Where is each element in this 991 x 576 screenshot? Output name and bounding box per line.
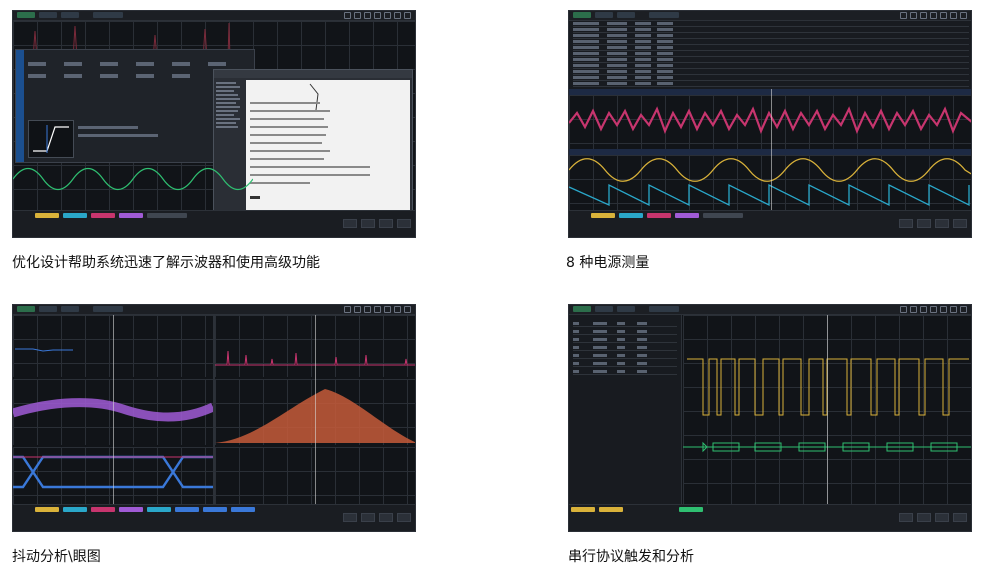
- oscilloscope-toolbar: [569, 11, 971, 21]
- channel-status-bar: [569, 210, 971, 237]
- measurement-table: [569, 21, 971, 89]
- help-dialog-sidebar: [16, 50, 24, 162]
- screenshot-jitter-eye: [12, 304, 416, 532]
- channel-status-bar: [13, 504, 415, 531]
- menu-button[interactable]: [343, 513, 357, 522]
- green-trace: [13, 167, 253, 191]
- oscilloscope-toolbar: [13, 11, 415, 21]
- menu-button[interactable]: [361, 219, 375, 228]
- menu-button[interactable]: [379, 513, 393, 522]
- channel-status-bar: [13, 210, 415, 237]
- caption-power-measurement: 8 种电源测量: [566, 255, 650, 271]
- menu-button[interactable]: [899, 513, 913, 522]
- menu-button[interactable]: [917, 513, 931, 522]
- caption-jitter-eye: 抖动分析\眼图: [12, 549, 101, 565]
- screenshot-serial-protocol: [568, 304, 972, 532]
- menu-button[interactable]: [397, 219, 411, 228]
- menu-button[interactable]: [953, 513, 967, 522]
- menu-button[interactable]: [899, 219, 913, 228]
- channel-status-bar: [569, 504, 971, 531]
- menu-button[interactable]: [953, 219, 967, 228]
- decode-table: [569, 315, 682, 505]
- screenshot-help-system: [12, 10, 416, 238]
- oscilloscope-toolbar: [569, 305, 971, 315]
- toolbar-icons[interactable]: [344, 12, 411, 19]
- menu-button[interactable]: [935, 513, 949, 522]
- oscilloscope-toolbar: [13, 305, 415, 315]
- help-window-toolbar: [214, 70, 412, 78]
- help-diagram: [28, 120, 74, 158]
- menu-button[interactable]: [379, 219, 393, 228]
- menu-button[interactable]: [917, 219, 931, 228]
- caption-serial-protocol: 串行协议触发和分析: [568, 549, 694, 565]
- toolbar-icons[interactable]: [900, 12, 967, 19]
- menu-button[interactable]: [397, 513, 411, 522]
- help-page: [246, 80, 410, 214]
- menu-button[interactable]: [935, 219, 949, 228]
- menu-button[interactable]: [343, 219, 357, 228]
- caption-help-system: 优化设计帮助系统迅速了解示波器和使用高级功能: [12, 255, 320, 271]
- toolbar-icons[interactable]: [344, 306, 411, 313]
- screenshot-power-measurement: [568, 10, 972, 238]
- toolbar-icons[interactable]: [900, 306, 967, 313]
- menu-button[interactable]: [361, 513, 375, 522]
